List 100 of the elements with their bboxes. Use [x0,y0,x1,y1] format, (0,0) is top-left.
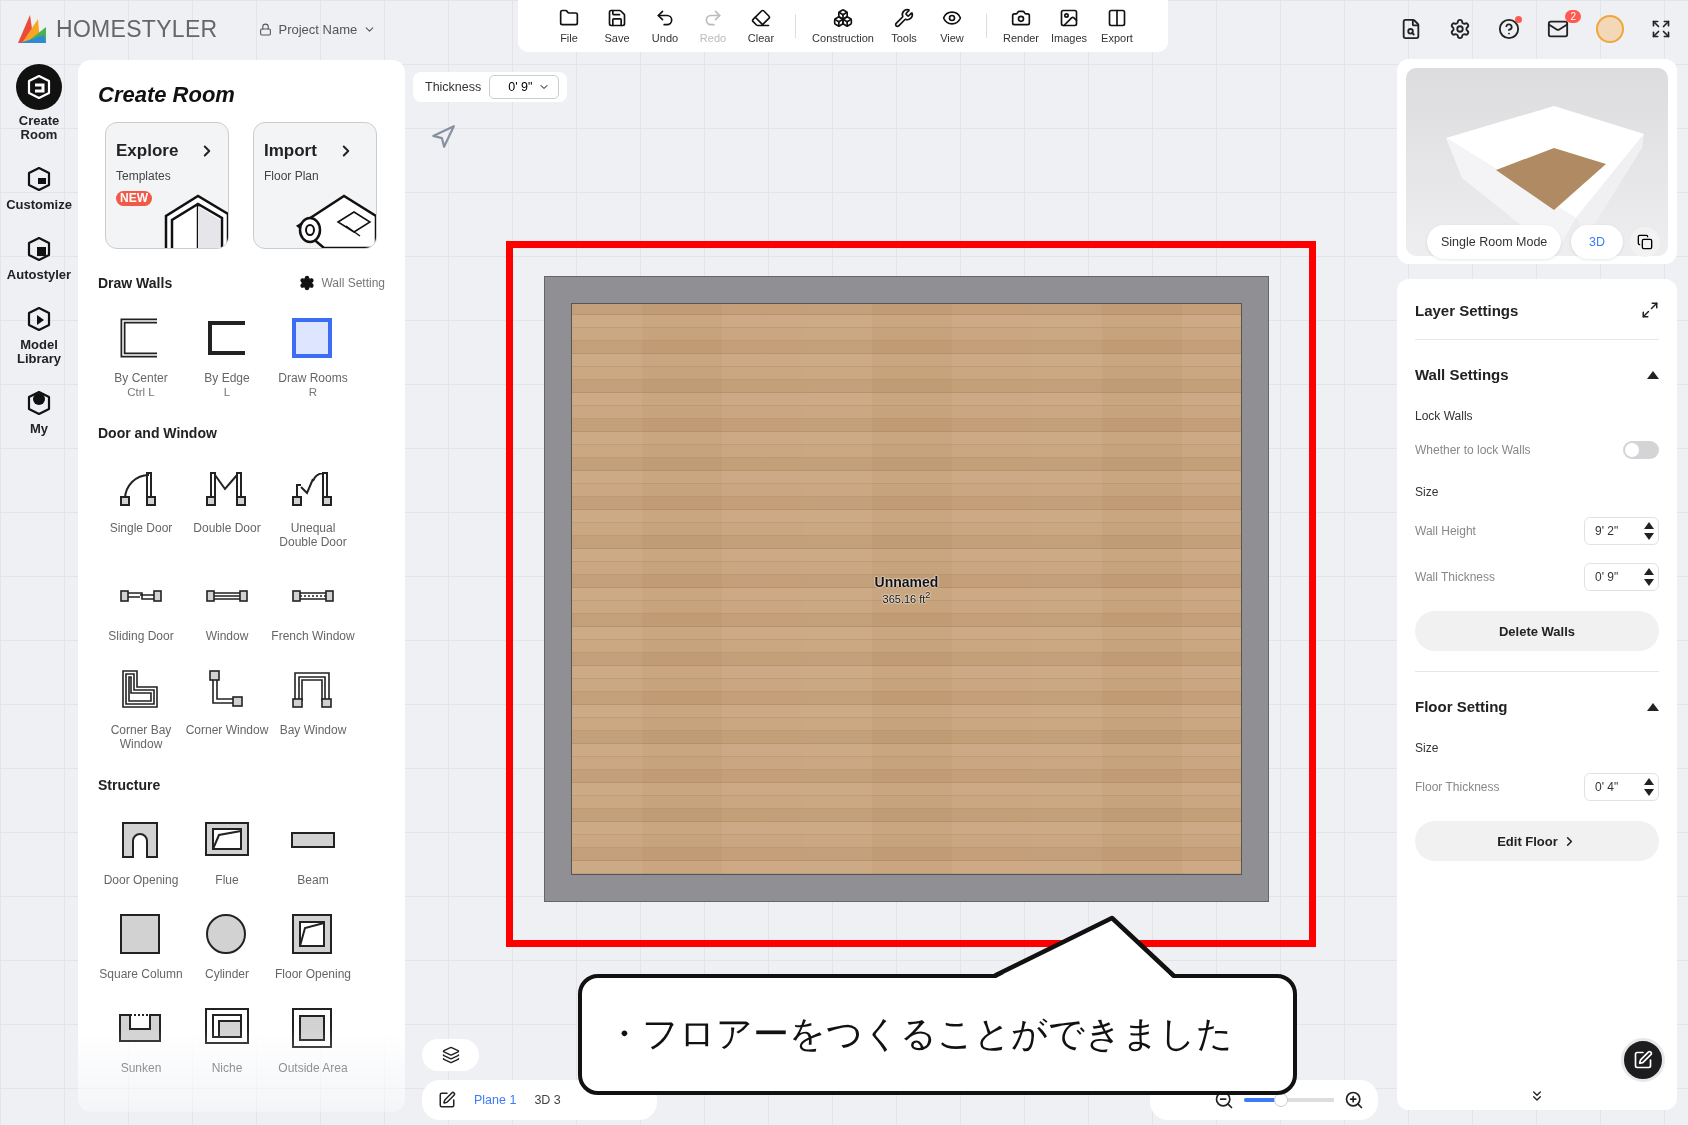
step-up-icon[interactable] [1644,568,1654,575]
wrench-icon [894,8,914,28]
toolbar-button[interactable]: Export [1093,8,1141,44]
feature-card[interactable]: Import Floor Plan [253,122,377,249]
redo-icon [703,8,723,28]
tool-item[interactable]: Corner Window [184,667,270,751]
new-badge: NEW [116,191,152,206]
sidebar-item[interactable]: Customize [0,164,78,212]
french-window-icon [292,589,334,603]
plane-tab[interactable]: Plane 1 [474,1093,517,1107]
lock-icon [259,22,273,36]
toolbar-button[interactable]: Render [997,8,1045,44]
callout-text: ・フロアーをつくることができました [606,1012,1233,1056]
room-area: 365.16 ft$^{2}$ [882,589,931,605]
tool-item[interactable]: Single Door [98,465,184,549]
number-stepper[interactable]: 0' 9" [1584,563,1659,591]
card-subtitle: Floor Plan [264,169,320,183]
field-label: Whether to lock Walls [1415,443,1531,457]
panel-title: Layer Settings [1415,301,1519,319]
feature-card[interactable]: Explore Templates NEW [105,122,229,249]
sliding-door-icon [120,589,162,603]
panel-icon [1107,8,1127,28]
cube-icon [25,235,53,263]
tool-item[interactable]: Flue [184,817,270,887]
room-walls[interactable]: Unnamed 365.16 ft$^{2}$ [544,276,1269,902]
sidebar-label: My [29,422,49,436]
field-label: Wall Thickness [1415,570,1496,584]
toolbar-button[interactable]: Construction [806,8,880,44]
sidebar-item[interactable]: Create Room [0,64,78,142]
step-down-icon[interactable] [1644,579,1654,586]
sidebar-item[interactable]: My [0,388,78,436]
stairs-button[interactable] [422,1039,479,1071]
card-title: Explore [116,141,179,161]
step-up-icon[interactable] [1644,522,1654,529]
help-icon[interactable] [1498,18,1520,40]
tool-item[interactable]: Bay Window [270,667,356,751]
tool-item[interactable]: French Window [270,573,356,643]
undo-icon [655,8,675,28]
image-icon [1059,8,1079,28]
toolbar-button[interactable]: View [928,8,976,44]
step-down-icon[interactable] [1644,533,1654,540]
toolbar-button[interactable]: Undo [641,8,689,44]
gear-icon [299,275,316,291]
sidebar-item[interactable]: Model Library [0,304,78,366]
sidebar-item[interactable]: Autostyler [0,234,78,282]
project-name-button[interactable]: Project Name [259,21,377,37]
action-button[interactable]: Delete Walls [1415,611,1659,651]
thickness-select[interactable]: 0' 9" [489,75,560,99]
toolbar-button[interactable]: Tools [880,8,928,44]
tool-item[interactable]: Corner Bay Window [98,667,184,751]
section-header[interactable]: Wall Settings [1415,366,1659,383]
expand-icon[interactable] [1641,301,1659,319]
room-name: Unnamed [874,573,939,590]
tool-item[interactable]: Floor Opening [270,911,356,981]
fullscreen-icon[interactable] [1651,19,1671,39]
tool-item[interactable]: Draw Rooms R [270,315,356,399]
lock-toggle[interactable] [1623,441,1659,459]
tool-item[interactable]: Square Column [98,911,184,981]
number-stepper[interactable]: 9' 2" [1584,517,1659,545]
field-group-label: Size [1415,485,1440,499]
brand-name: HOMESTYLER [56,15,218,43]
tool-item[interactable]: By Edge L [184,315,270,399]
toolbar-button[interactable]: Save [593,8,641,44]
step-up-icon[interactable] [1644,778,1654,785]
tool-item[interactable]: Double Door [184,465,270,549]
settings-icon[interactable] [1449,18,1471,40]
eye-icon [942,8,962,28]
toolbar-button[interactable]: File [545,8,593,44]
wall-setting-link[interactable]: Wall Setting [299,275,385,291]
feedback-button[interactable] [1621,1038,1665,1082]
window-icon [206,589,248,603]
tool-item[interactable]: Beam [270,817,356,887]
action-button[interactable]: Edit Floor [1415,821,1659,861]
single-room-mode-button[interactable]: Single Room Mode [1427,225,1562,259]
tool-item[interactable]: Cylinder [184,911,270,981]
tool-item[interactable]: Door Opening [98,817,184,887]
logo-icon [16,13,48,45]
view-3d-button[interactable]: 3D [1571,225,1623,259]
tool-item[interactable]: Window [184,573,270,643]
tool-item[interactable]: By Center Ctrl L [98,315,184,399]
blocks-icon [833,8,853,28]
toolbar-button[interactable]: Images [1045,8,1093,44]
field-group-label: Lock Walls [1415,409,1474,423]
number-stepper[interactable]: 0' 4" [1584,773,1659,801]
notification-count: 2 [1565,10,1581,23]
section-header[interactable]: Floor Setting [1415,698,1659,715]
cube-icon [25,305,53,333]
section-title: Structure [98,777,161,793]
zoom-in-icon[interactable] [1344,1090,1364,1110]
step-down-icon[interactable] [1644,789,1654,796]
note-edit-icon [1633,1050,1653,1070]
document-search-icon[interactable] [1400,18,1422,40]
thickness-label: Thickness [425,80,482,94]
section-title: Door and Window [98,425,217,441]
tool-item[interactable]: Unequal Double Door [270,465,356,549]
tool-item[interactable]: Sliding Door [98,573,184,643]
sidebar-label: Customize [6,198,72,212]
view-tab[interactable]: 3D 3 [534,1093,561,1107]
mail-icon[interactable] [1547,18,1569,40]
toolbar-button[interactable]: Clear [737,8,785,44]
